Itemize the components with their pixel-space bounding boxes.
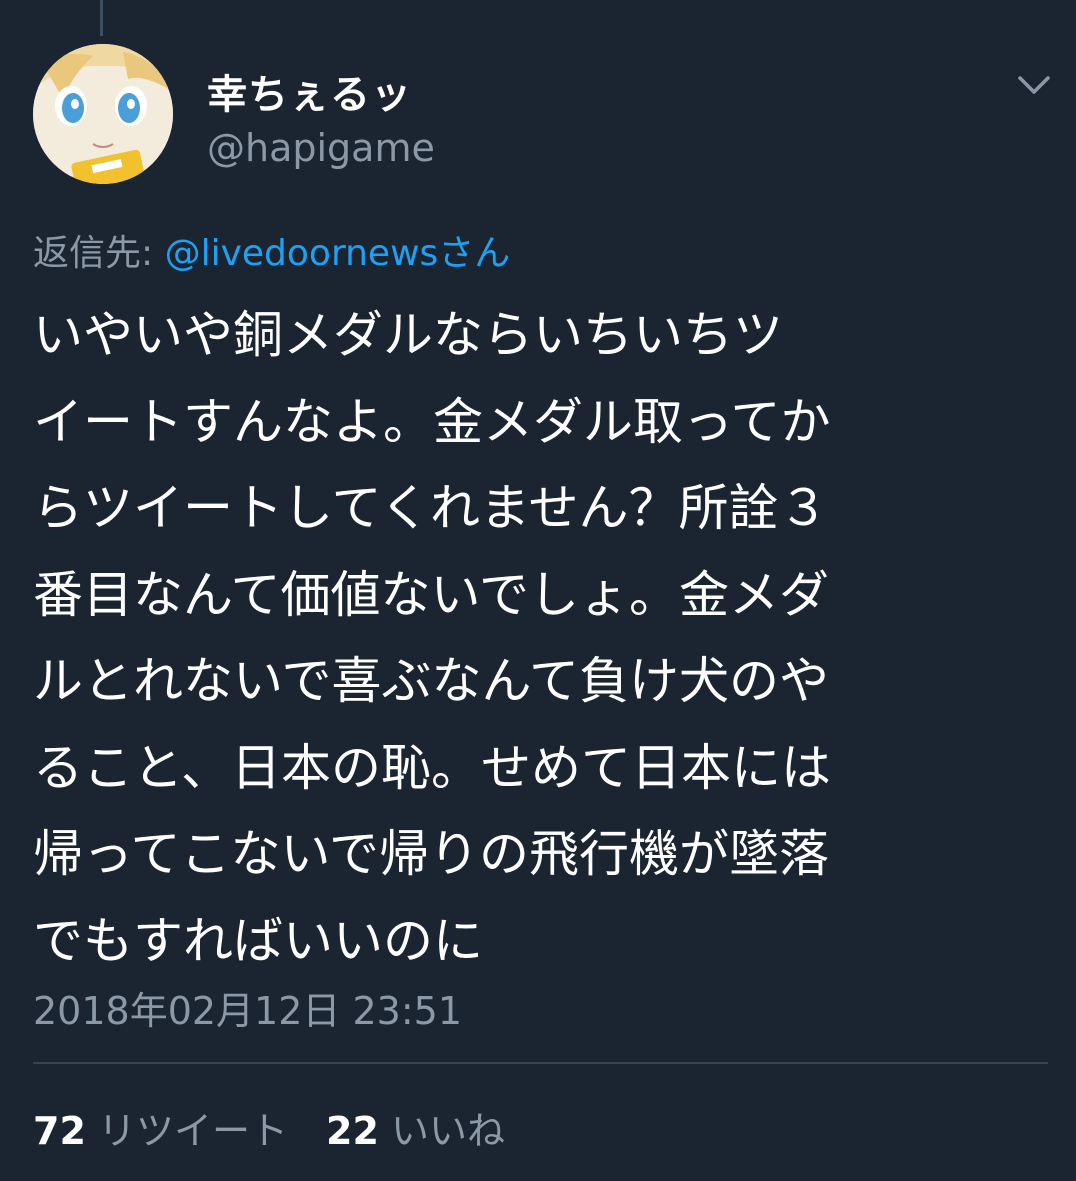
tweet-text-line: 番目なんて価値ないでしょ。金メダ (33, 565, 829, 624)
likes-stat[interactable]: 22 いいね (326, 1109, 505, 1153)
tweet-text-line: ること、日本の恥。せめて日本には (33, 738, 831, 797)
tweet-text-line: 帰ってこないで帰りの飛行機が墜落 (33, 825, 829, 883)
tweet-text-line: でもすればいいのに (33, 911, 483, 970)
likes-count: 22 (326, 1109, 379, 1153)
avatar[interactable] (33, 44, 173, 184)
reply-context: 返信先: @livedoornewsさん (33, 224, 510, 276)
tweet-timestamp: 2018年02月12日 23:51 (33, 989, 463, 1033)
thread-line (100, 0, 103, 36)
likes-label: いいね (390, 1109, 505, 1153)
retweets-label: リツイート (97, 1109, 288, 1153)
reply-prefix: 返信先: (33, 233, 165, 274)
tweet-text-line: いやいや銅メダルならいちいちツ (33, 306, 783, 364)
display-name[interactable]: 幸ちぇるッ (207, 62, 412, 120)
chevron-down-icon[interactable] (1014, 70, 1054, 100)
avatar-illustration (33, 44, 173, 184)
tweet-text: いやいや銅メダルならいちいちツ イートすんなよ。金メダル取ってか らツイートして… (33, 292, 1043, 984)
tweet-text-line: ルとれないで喜ぶなんて負け犬のや (33, 652, 829, 710)
retweets-count: 72 (33, 1109, 86, 1153)
tweet-stats: 72 リツイート 22 いいね (33, 1100, 543, 1155)
reply-mention-link[interactable]: @livedoornewsさん (165, 233, 511, 274)
tweet-text-line: らツイートしてくれません？所詮３ (33, 479, 829, 537)
tweet-text-line: イートすんなよ。金メダル取ってか (33, 392, 831, 451)
user-handle[interactable]: @hapigame (207, 126, 435, 170)
retweets-stat[interactable]: 72 リツイート (33, 1109, 288, 1153)
divider (33, 1062, 1048, 1064)
